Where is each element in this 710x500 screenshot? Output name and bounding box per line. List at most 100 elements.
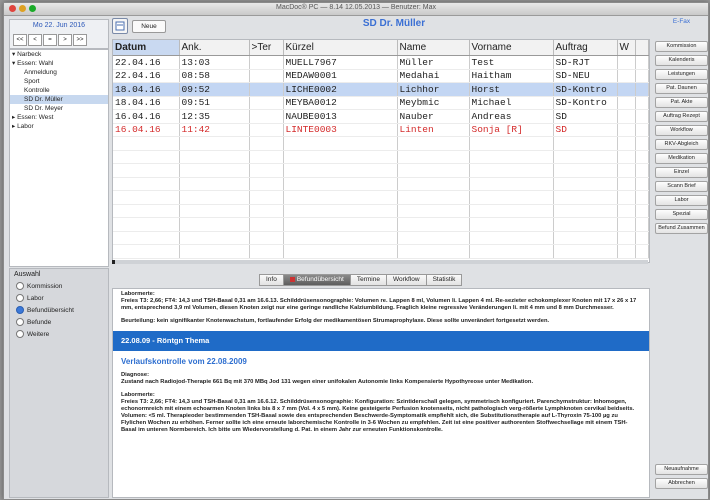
action-button[interactable]: Spezial <box>655 209 708 220</box>
nav-next-button[interactable]: > <box>58 34 72 46</box>
action-button[interactable]: Kalenderis <box>655 55 708 66</box>
action-button[interactable]: Auftrag Rezept <box>655 111 708 122</box>
action-button[interactable]: Kommission <box>655 41 708 52</box>
cancel-button[interactable]: Abbrechen <box>655 478 708 489</box>
table-header-row: Datum Ank. >Ter Kürzel Name Vorname Auft… <box>113 40 649 56</box>
efax-link[interactable]: E-Fax <box>655 18 708 25</box>
empty-cell <box>553 204 618 218</box>
table-row[interactable]: 18.04.16 09:51 MEYBA0012 Meybmic Michael SD-K… <box>113 96 649 110</box>
radio-icon[interactable] <box>16 282 24 290</box>
scroll-thumb[interactable] <box>112 260 115 264</box>
tree-item[interactable]: SD Dr. Meyer <box>10 104 108 113</box>
tab-info[interactable]: Info <box>259 274 284 286</box>
table-cell: Sonja [R] <box>469 123 554 137</box>
table-cell: 09:52 <box>179 82 250 97</box>
column-header-kuerzel[interactable]: Kürzel <box>283 40 398 56</box>
action-button[interactable]: Medikation <box>655 153 708 164</box>
empty-row <box>113 217 649 232</box>
action-button[interactable]: Leistungen <box>655 69 708 80</box>
column-header-w[interactable]: W <box>617 40 636 56</box>
tree-item[interactable]: Kontrolle <box>10 86 108 95</box>
column-header-auftrag[interactable]: Auftrag <box>553 40 618 56</box>
horizontal-scrollbar[interactable] <box>112 260 648 264</box>
table-cell <box>249 55 284 70</box>
table-row[interactable]: 16.04.16 12:35 NAUBE0013 Nauber Andreas SD <box>113 109 649 124</box>
new-intake-button[interactable]: Neuaufnahme <box>655 464 708 475</box>
table-row[interactable]: 16.04.16 11:42 LINTE0003 Linten Sonja [R] SD <box>113 123 649 137</box>
empty-cell <box>635 177 649 191</box>
action-button[interactable]: Befund Zusammen <box>655 223 708 234</box>
tree-item[interactable]: ▾ Essen: Wahl <box>10 59 108 68</box>
nav-today-button[interactable]: = <box>43 34 57 46</box>
action-button[interactable]: Pat. Daunen <box>655 83 708 94</box>
empty-cell <box>113 177 180 191</box>
action-button[interactable]: Einzel <box>655 167 708 178</box>
tree-item[interactable]: ▸ Labor <box>10 122 108 131</box>
tree-item[interactable]: Sport <box>10 77 108 86</box>
action-button[interactable]: Labor <box>655 195 708 206</box>
empty-cell <box>113 217 180 232</box>
empty-cell <box>617 190 636 205</box>
radio-option[interactable]: Weitere <box>10 328 108 340</box>
nav-last-button[interactable]: >> <box>73 34 87 46</box>
table-body: 22.04.16 13:03 MUELL7967 Müller Test SD-RJT 22… <box>113 55 649 259</box>
tab-statistik[interactable]: Statistik <box>425 274 463 286</box>
empty-cell <box>283 231 398 245</box>
calendar-date[interactable]: Mo 22. Jun 2016 <box>14 22 104 31</box>
report-document[interactable]: Labormerte: Freies T3: 2,66; FT4: 14,3 u… <box>112 288 650 498</box>
radio-label: Kommission <box>27 282 63 290</box>
tree-item-selected[interactable]: SD Dr. Müller <box>10 95 108 104</box>
radio-option[interactable]: Kommission <box>10 280 108 292</box>
toolbar-icon-button[interactable] <box>112 18 128 34</box>
radio-option-selected[interactable]: Befundübersicht <box>10 304 108 316</box>
table-cell: 11:42 <box>179 123 250 137</box>
empty-cell <box>469 244 554 259</box>
nav-prev-button[interactable]: < <box>28 34 42 46</box>
column-header-datum[interactable]: Datum <box>113 40 180 56</box>
column-header-ter[interactable]: >Ter <box>249 40 284 56</box>
table-cell <box>617 109 636 124</box>
radio-option[interactable]: Befunde <box>10 316 108 328</box>
empty-cell <box>397 136 470 151</box>
table-cell: Lichhor <box>397 82 470 97</box>
empty-cell <box>635 231 649 245</box>
tree-item[interactable]: ▾ Narbeck <box>10 50 108 59</box>
action-button[interactable]: RKV-Abgleich <box>655 139 708 150</box>
table-cell <box>249 82 284 97</box>
table-cell: SD <box>553 123 618 137</box>
empty-cell <box>179 163 250 178</box>
empty-cell <box>249 163 284 178</box>
radio-icon[interactable] <box>16 330 24 338</box>
action-button[interactable]: Workflow <box>655 125 708 136</box>
column-header-vorname[interactable]: Vorname <box>469 40 554 56</box>
radio-label: Labor <box>27 294 44 302</box>
table-cell-spacer <box>635 55 649 70</box>
radio-option[interactable]: Labor <box>10 292 108 304</box>
table-row[interactable]: 22.04.16 08:58 MEDAW0001 Medahai Haitham SD-N… <box>113 69 649 83</box>
table-cell: Meybmic <box>397 96 470 110</box>
column-header-ank[interactable]: Ank. <box>179 40 250 56</box>
tab-workflow[interactable]: Workflow <box>385 274 427 286</box>
tree-item[interactable]: ▸ Essen: West <box>10 113 108 122</box>
action-button[interactable]: Pat. Akte <box>655 97 708 108</box>
nav-first-button[interactable]: << <box>13 34 27 46</box>
radio-icon[interactable] <box>16 318 24 326</box>
tab-befunduebersicht[interactable]: Befundübersicht <box>282 274 351 286</box>
column-header-name[interactable]: Name <box>397 40 470 56</box>
table-row[interactable]: 18.04.16 09:52 LICHE0002 Lichhor Horst SD-Kon… <box>113 82 649 97</box>
table-cell: Horst <box>469 82 554 97</box>
radio-selected-icon[interactable] <box>16 306 24 314</box>
table-cell: 13:03 <box>179 55 250 70</box>
tree-item[interactable]: Anmeldung <box>10 68 108 77</box>
table-cell: Müller <box>397 55 470 70</box>
radio-icon[interactable] <box>16 294 24 302</box>
table-row[interactable]: 22.04.16 13:03 MUELL7967 Müller Test SD-RJT <box>113 55 649 70</box>
empty-cell <box>469 204 554 218</box>
empty-cell <box>617 177 636 191</box>
new-view-button[interactable]: Neue <box>132 20 166 33</box>
table-cell <box>617 55 636 70</box>
empty-cell <box>397 177 470 191</box>
tab-termine[interactable]: Termine <box>349 274 387 286</box>
action-button[interactable]: Scann Brief <box>655 181 708 192</box>
table-cell: 22.04.16 <box>113 69 180 83</box>
